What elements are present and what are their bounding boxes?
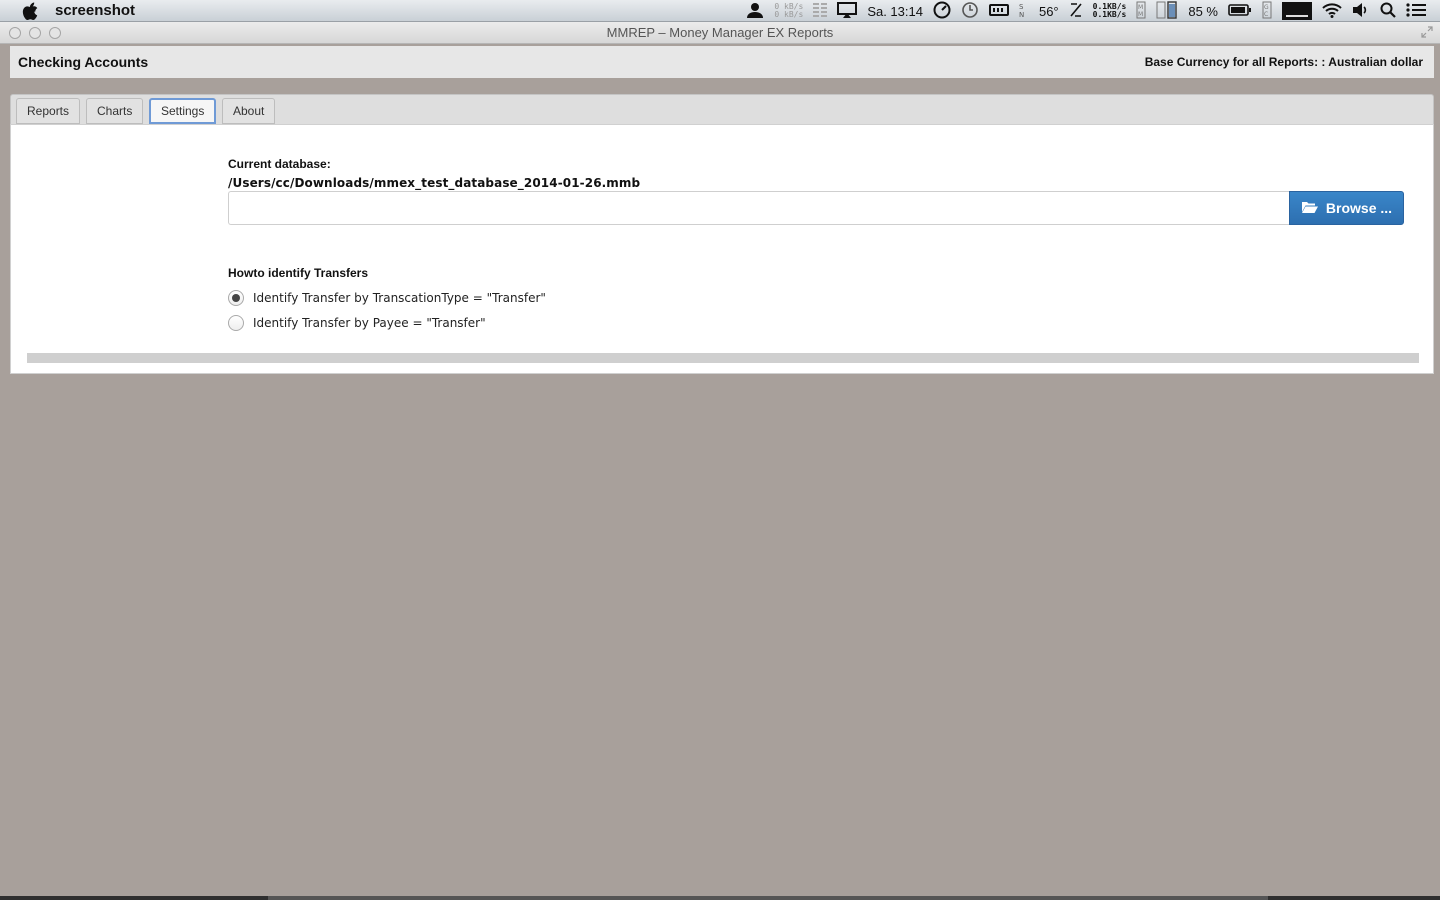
speedometer-icon[interactable] [933,1,951,22]
network-speed-2: 0.1KB/s 0.1KB/s [1092,2,1127,19]
cpu-meter-icon[interactable] [813,2,828,21]
tab-settings[interactable]: Settings [149,98,217,124]
temperature-icon: SN [1019,2,1029,21]
radio-label: Identify Transfer by TranscationType = "… [253,291,546,305]
radio-transfer-by-payee[interactable]: Identify Transfer by Payee = "Transfer" [228,315,486,331]
network-speed-1: 0 kB/s 0 kB/s [774,2,804,19]
browse-button[interactable]: Browse ... [1289,191,1404,225]
spotlight-search-icon[interactable] [1380,2,1396,21]
fan-icon[interactable] [1069,2,1083,21]
tab-charts[interactable]: Charts [86,98,144,124]
zoom-window-button[interactable] [49,27,61,39]
window-title: MMREP – Money Manager EX Reports [606,25,834,40]
database-file-input[interactable] [228,191,1290,225]
battery-percent[interactable]: 85 % [1188,4,1218,19]
notification-center-icon[interactable] [1406,2,1426,21]
svg-text:G: G [1264,4,1269,11]
base-currency-label: Base Currency for all Reports: : Austral… [1144,55,1423,69]
radio-label: Identify Transfer by Payee = "Transfer" [253,316,486,330]
gpu-icon[interactable] [1156,0,1178,22]
dock-edge [0,896,1440,900]
battery-icon[interactable] [1228,3,1252,19]
wifi-icon[interactable] [1322,2,1342,21]
page-title: Checking Accounts [18,54,149,70]
current-database-label: Current database: [228,157,331,171]
app-header: Checking Accounts Base Currency for all … [10,46,1434,78]
menu-bar: screenshot 0 kB/s 0 kB/s Sa. 13:14 SN 56… [0,0,1440,22]
fullscreen-icon[interactable] [1420,26,1434,40]
progress-bar [27,353,1419,363]
svg-text:S: S [1019,3,1024,11]
activity-graph-icon[interactable] [1282,2,1312,20]
window-controls [9,27,61,39]
folder-open-icon [1301,200,1319,217]
svg-text:C: C [1264,11,1268,18]
usb-icon[interactable]: GC [1262,1,1272,22]
radio-transfer-by-type[interactable]: Identify Transfer by TranscationType = "… [228,290,546,306]
radio-button[interactable] [228,315,244,331]
svg-text:M: M [1138,4,1143,11]
temperature-value[interactable]: 56° [1039,4,1059,19]
svg-text:M: M [1138,11,1143,18]
apple-icon[interactable] [20,1,40,21]
minimize-window-button[interactable] [29,27,41,39]
tab-about[interactable]: About [222,98,276,124]
browse-button-label: Browse ... [1325,200,1393,216]
time-machine-icon[interactable] [961,1,979,22]
tab-bar: Reports Charts Settings About [10,94,1434,124]
radio-button[interactable] [228,290,244,306]
current-database-path: /Users/cc/Downloads/mmex_test_database_2… [228,176,641,190]
close-window-button[interactable] [9,27,21,39]
app-name-menu[interactable]: screenshot [55,2,135,19]
settings-panel: Current database: /Users/cc/Downloads/mm… [10,124,1434,374]
airplay-icon[interactable] [837,1,858,21]
clock[interactable]: Sa. 13:14 [867,4,923,19]
status-tray: 0 kB/s 0 kB/s Sa. 13:14 SN 56° 0.1KB/s 0… [736,0,1426,22]
tab-reports[interactable]: Reports [16,98,81,124]
disk-io-icon[interactable]: MM [1136,1,1146,22]
memory-icon[interactable] [988,3,1009,20]
svg-text:N: N [1019,11,1024,18]
transfers-section-label: Howto identify Transfers [228,266,369,280]
window-titlebar[interactable]: MMREP – Money Manager EX Reports [0,22,1440,44]
volume-icon[interactable] [1352,2,1370,21]
user-icon[interactable] [746,2,764,21]
